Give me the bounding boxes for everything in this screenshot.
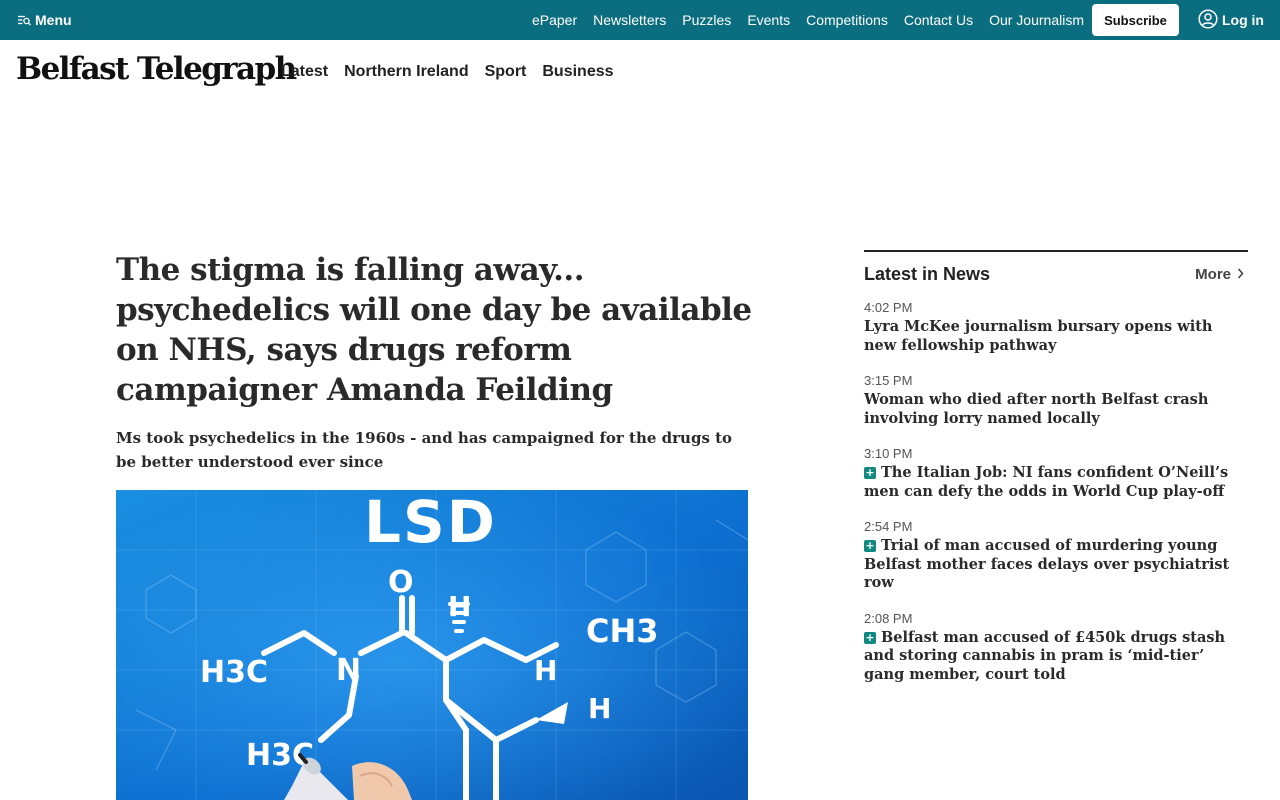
lsd-molecule-illustration: LSD O H CH3 H3C N H H H3C bbox=[116, 490, 748, 800]
news-title-text: The Italian Job: NI fans confident O’Nei… bbox=[864, 464, 1229, 500]
nav-business[interactable]: Business bbox=[542, 63, 613, 81]
news-item[interactable]: 3:10 PM + The Italian Job: NI fans confid… bbox=[864, 445, 1248, 501]
link-newsletters[interactable]: Newsletters bbox=[593, 12, 666, 28]
link-events[interactable]: Events bbox=[747, 12, 790, 28]
article-hero-image: LSD O H CH3 H3C N H H H3C bbox=[116, 490, 748, 800]
brand-bar: Belfast Telegraph Latest Northern Irelan… bbox=[0, 40, 1280, 104]
news-item[interactable]: 2:54 PM + Trial of man accused of murderi… bbox=[864, 518, 1248, 593]
link-puzzles[interactable]: Puzzles bbox=[682, 12, 731, 28]
menu-search-icon bbox=[18, 15, 31, 26]
image-label-n: N bbox=[336, 653, 361, 688]
news-title-link[interactable]: + Trial of man accused of murdering young… bbox=[864, 537, 1248, 593]
news-time: 3:10 PM bbox=[864, 446, 913, 461]
news-item[interactable]: 3:15 PM Woman who died after north Belfa… bbox=[864, 372, 1248, 428]
nav-northern-ireland[interactable]: Northern Ireland bbox=[344, 63, 468, 81]
news-title-link[interactable]: + Belfast man accused of £450k drugs stas… bbox=[864, 629, 1248, 685]
nav-sport[interactable]: Sport bbox=[485, 63, 527, 81]
news-item[interactable]: 4:02 PM Lyra McKee journalism bursary op… bbox=[864, 299, 1248, 355]
utility-nav: ePaper Newsletters Puzzles Events Compet… bbox=[532, 0, 1084, 40]
news-time: 2:54 PM bbox=[864, 519, 913, 534]
menu-button[interactable]: Menu bbox=[18, 0, 72, 40]
news-time: 4:02 PM bbox=[864, 300, 913, 315]
news-title-link[interactable]: Woman who died after north Belfast crash… bbox=[864, 391, 1248, 428]
more-link[interactable]: More bbox=[1195, 266, 1248, 283]
article-standfirst: Ms took psychedelics in the 1960s - and … bbox=[116, 429, 733, 471]
image-label-o: O bbox=[388, 565, 414, 600]
image-label-h1: H bbox=[448, 590, 471, 623]
top-bar: Menu ePaper Newsletters Puzzles Events C… bbox=[0, 0, 1280, 40]
subscribe-button[interactable]: Subscribe bbox=[1092, 4, 1179, 36]
main-nav: Latest Northern Ireland Sport Business bbox=[281, 40, 614, 104]
chevron-right-icon bbox=[1237, 266, 1244, 283]
news-item[interactable]: 2:08 PM + Belfast man accused of £450k dr… bbox=[864, 610, 1248, 685]
more-label: More bbox=[1195, 265, 1231, 283]
premium-plus-icon: + bbox=[864, 630, 876, 644]
news-title-link[interactable]: Lyra McKee journalism bursary opens with… bbox=[864, 318, 1248, 355]
image-label-h3: H bbox=[588, 692, 611, 725]
user-icon bbox=[1198, 8, 1218, 32]
news-title-text: Lyra McKee journalism bursary opens with… bbox=[864, 318, 1213, 354]
login-button[interactable]: Log in bbox=[1198, 0, 1264, 40]
news-title-text: Belfast man accused of £450k drugs stash… bbox=[864, 628, 1226, 683]
latest-news-list: 4:02 PM Lyra McKee journalism bursary op… bbox=[864, 299, 1248, 684]
news-title-text: Woman who died after north Belfast crash… bbox=[864, 391, 1209, 427]
image-label-ch3: CH3 bbox=[586, 612, 659, 650]
image-heading: LSD bbox=[364, 490, 497, 556]
image-label-h2: H bbox=[534, 654, 557, 687]
nav-latest[interactable]: Latest bbox=[281, 63, 328, 81]
image-label-h3c-1: H3C bbox=[200, 655, 268, 690]
link-competitions[interactable]: Competitions bbox=[806, 12, 888, 28]
sidebar-title: Latest in News bbox=[864, 263, 991, 284]
latest-news-sidebar: Latest in News More 4:02 PM Lyra McKee j… bbox=[864, 250, 1248, 701]
link-contact-us[interactable]: Contact Us bbox=[904, 12, 973, 28]
link-our-journalism[interactable]: Our Journalism bbox=[989, 12, 1084, 28]
login-label: Log in bbox=[1222, 12, 1264, 28]
menu-label: Menu bbox=[35, 12, 72, 28]
premium-plus-icon: + bbox=[864, 539, 876, 552]
site-logo[interactable]: Belfast Telegraph bbox=[16, 51, 297, 87]
news-time: 2:08 PM bbox=[864, 610, 913, 626]
article-headline: The stigma is falling away... psychedeli… bbox=[116, 252, 752, 408]
link-epaper[interactable]: ePaper bbox=[532, 12, 577, 28]
sidebar-header: Latest in News More bbox=[864, 252, 1248, 294]
news-title-text: Trial of man accused of murdering young … bbox=[864, 537, 1230, 591]
news-title-link[interactable]: + The Italian Job: NI fans confident O’Ne… bbox=[864, 464, 1248, 501]
news-time: 3:15 PM bbox=[864, 373, 913, 388]
premium-plus-icon: + bbox=[864, 466, 876, 479]
